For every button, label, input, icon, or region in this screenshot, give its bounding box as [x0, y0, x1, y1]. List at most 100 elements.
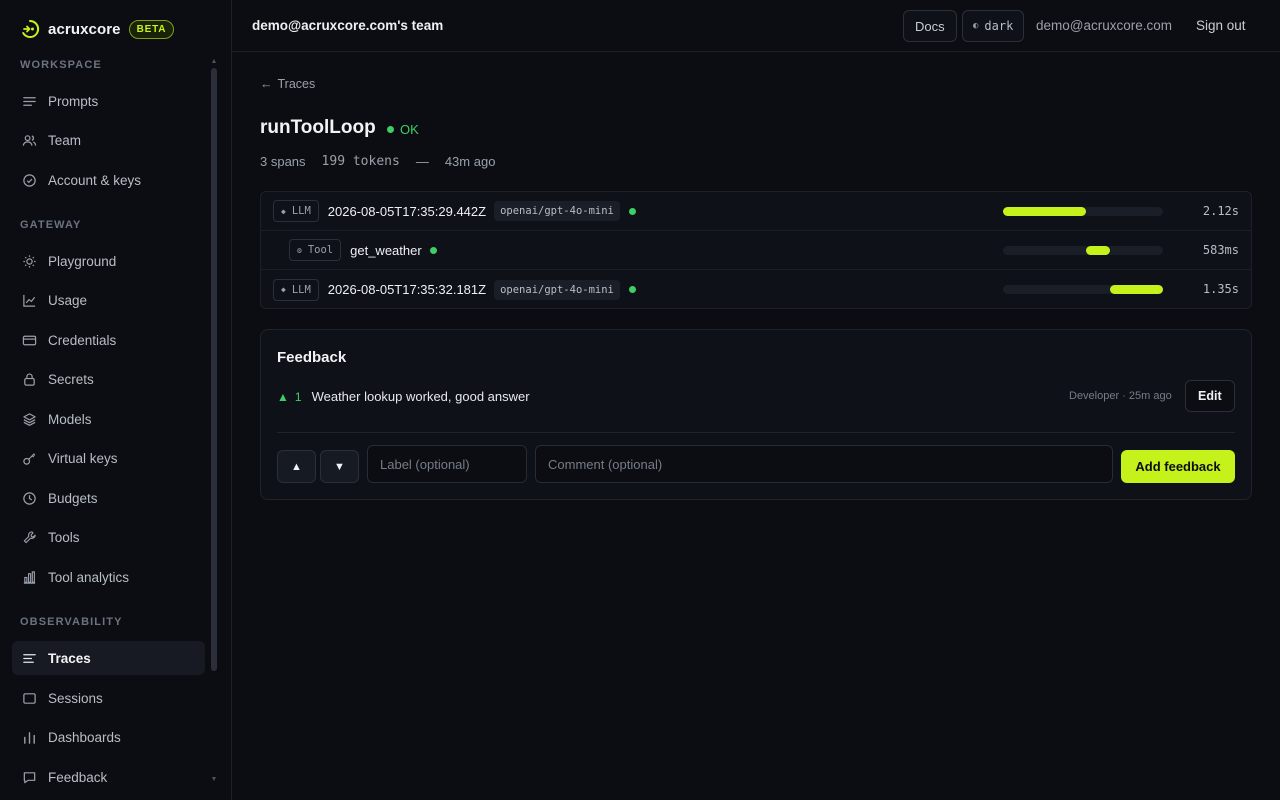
span-status-dot-icon [628, 286, 636, 293]
divider [277, 432, 1235, 433]
users-icon [22, 134, 37, 146]
span-name: 2026-08-05T17:35:29.442Z [327, 203, 487, 219]
span-row[interactable]: ◆ LLM 2026-08-05T17:35:29.442Z openai/gp… [261, 192, 1251, 231]
span-row[interactable]: ⚙ Tool get_weather 583ms [261, 231, 1251, 270]
sidebar-item-virtual-keys[interactable]: Virtual keys [12, 441, 205, 475]
sidebar-item-team[interactable]: Team [12, 123, 205, 157]
bar-chart-icon [23, 570, 36, 584]
sidebar-item-budgets[interactable]: Budgets [12, 481, 205, 515]
sidebar-item-dashboards[interactable]: Dashboards [12, 720, 205, 754]
clock-icon [23, 491, 36, 505]
sidebar-item-label: Tools [48, 529, 80, 545]
back-to-traces-link[interactable]: ← Traces [260, 77, 315, 91]
status-dot-icon [387, 126, 394, 133]
span-kind-tag: ⚙ Tool [289, 239, 342, 261]
sidebar-item-sessions[interactable]: Sessions [12, 681, 205, 715]
sidebar-item-label: Feedback [48, 769, 108, 785]
span-timeline-bar [1003, 207, 1086, 216]
trace-detail: ← Traces runToolLoop OK 3 spans 199 toke… [232, 52, 1280, 800]
sidebar-item-secrets[interactable]: Secrets [12, 362, 205, 396]
lock-icon [24, 373, 35, 386]
section-title-gateway: GATEWAY [20, 219, 82, 231]
diamond-icon: ◆ [281, 206, 286, 216]
span-count: 3 spans [260, 154, 306, 169]
sidebar-item-label: Tool analytics [48, 569, 130, 585]
bar-chart-icon [24, 731, 35, 744]
sidebar-item-label: Models [48, 411, 92, 427]
team-name[interactable]: demo@acruxcore.com's team [252, 18, 443, 33]
feedback-panel: Feedback ▲ 1 Weather lookup worked, good… [260, 329, 1252, 500]
span-kind-tag: ◆ LLM [273, 200, 319, 222]
sidebar: acruxcore BETA ▲ ▼ WORKSPACE Prompts Tea… [0, 0, 232, 800]
sidebar-item-label: Account & keys [48, 172, 142, 188]
sidebar-item-label: Traces [48, 650, 91, 666]
sidebar-item-label: Sessions [48, 690, 103, 706]
sidebar-item-usage[interactable]: Usage [12, 283, 205, 317]
topbar: demo@acruxcore.com's team Docs ◐ dark de… [232, 0, 1280, 52]
sidebar-item-label: Prompts [48, 93, 99, 109]
theme-label: dark [984, 19, 1014, 33]
span-status-dot-icon [628, 207, 636, 215]
sidebar-item-tools[interactable]: Tools [12, 520, 205, 554]
sidebar-item-prompts[interactable]: Prompts [12, 84, 205, 118]
trace-age: 43m ago [444, 154, 496, 169]
span-timeline-track [1003, 285, 1163, 294]
sidebar-item-label: Secrets [48, 371, 94, 387]
sidebar-item-playground[interactable]: Playground [12, 244, 205, 278]
line-chart-icon [23, 294, 36, 307]
span-kind-label: LLM [291, 205, 311, 217]
sidebar-item-label: Dashboards [48, 729, 121, 745]
span-timeline-bar [1110, 285, 1163, 294]
vote-up-button[interactable]: ▲ [277, 450, 316, 483]
status-label: OK [400, 122, 419, 137]
acruxcore-logo-icon [20, 19, 40, 39]
span-timeline-track [1003, 207, 1163, 216]
check-circle-icon [23, 173, 36, 187]
sidebar-item-credentials[interactable]: Credentials [12, 323, 205, 357]
sidebar-item-label: Budgets [48, 490, 98, 506]
feedback-entry: ▲ 1 Weather lookup worked, good answer [277, 389, 530, 404]
docs-button[interactable]: Docs [903, 10, 957, 42]
sidebar-item-account-keys[interactable]: Account & keys [12, 163, 205, 197]
back-label: Traces [277, 77, 316, 91]
span-name: 2026-08-05T17:35:32.181Z [327, 282, 487, 297]
section-title-observability: OBSERVABILITY [20, 616, 123, 628]
sign-out-link[interactable]: Sign out [1196, 18, 1246, 33]
span-kind-label: LLM [291, 283, 311, 296]
list-icon [23, 96, 36, 106]
span-duration: 1.35s [1202, 282, 1239, 296]
span-row[interactable]: ◆ LLM 2026-08-05T17:35:32.181Z openai/gp… [261, 270, 1251, 308]
comment-input[interactable] [535, 445, 1113, 483]
theme-toggle-button[interactable]: ◐ dark [962, 10, 1025, 42]
status-badge: OK [387, 122, 419, 137]
span-timeline-track [1003, 246, 1163, 255]
edit-feedback-button[interactable]: Edit [1185, 380, 1235, 412]
sidebar-item-traces[interactable]: Traces [12, 641, 205, 675]
brand-name: acruxcore [48, 20, 121, 38]
sidebar-item-tool-analytics[interactable]: Tool analytics [12, 560, 205, 594]
section-title-workspace: WORKSPACE [20, 59, 102, 71]
span-kind-tag: ◆ LLM [273, 278, 319, 301]
span-kind-label: Tool [307, 244, 334, 256]
label-input[interactable] [367, 445, 527, 483]
span-list: ◆ LLM 2026-08-05T17:35:29.442Z openai/gp… [260, 191, 1252, 309]
sidebar-item-models[interactable]: Models [12, 402, 205, 436]
user-email: demo@acruxcore.com [1036, 18, 1173, 33]
key-icon [23, 452, 36, 465]
span-duration: 583ms [1202, 243, 1239, 257]
feedback-comment: Weather lookup worked, good answer [311, 389, 530, 404]
sidebar-item-label: Usage [48, 292, 88, 308]
model-chip: openai/gpt-4o-mini [494, 279, 620, 300]
sidebar-item-label: Team [48, 132, 82, 148]
add-feedback-button[interactable]: Add feedback [1121, 450, 1235, 483]
sidebar-item-feedback[interactable]: Feedback [12, 760, 205, 794]
span-name: get_weather [350, 242, 422, 258]
triangle-up-icon: ▲ [291, 460, 302, 473]
model-chip: openai/gpt-4o-mini [494, 201, 620, 221]
brand[interactable]: acruxcore BETA [20, 16, 175, 42]
feedback-title: Feedback [277, 349, 347, 366]
vote-down-button[interactable]: ▼ [320, 450, 359, 483]
diamond-icon: ◆ [281, 285, 286, 294]
triangle-down-icon: ▼ [334, 460, 345, 473]
thumb-up-arrow-icon: ▲ [277, 389, 289, 404]
